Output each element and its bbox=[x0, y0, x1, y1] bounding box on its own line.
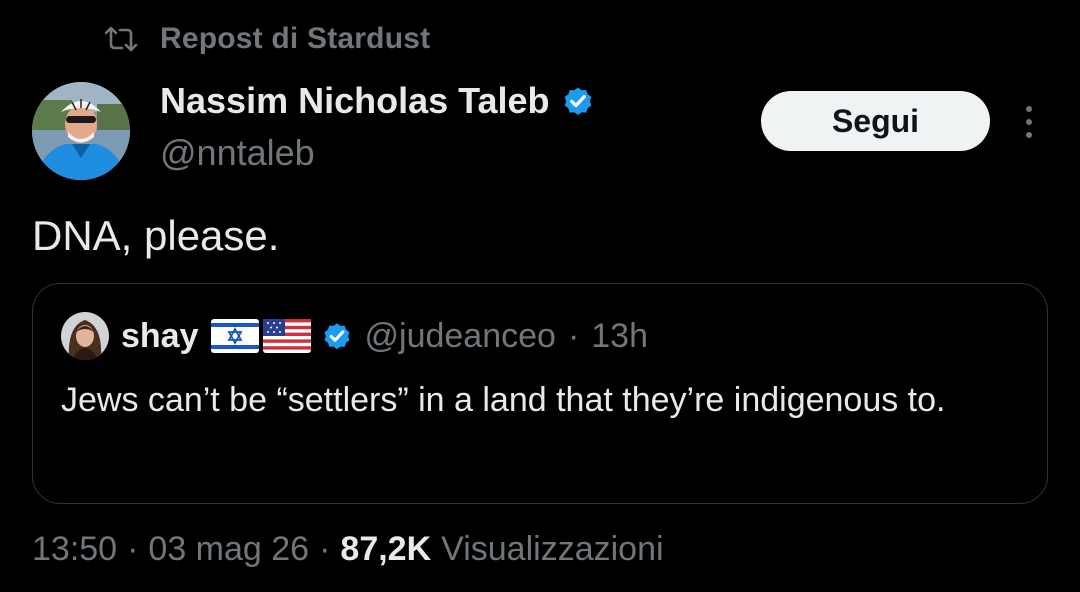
avatar[interactable] bbox=[32, 82, 130, 180]
quoted-time[interactable]: 13h bbox=[591, 317, 648, 356]
meta-separator: · bbox=[319, 530, 331, 568]
more-dot bbox=[1026, 119, 1032, 125]
more-options-button[interactable] bbox=[1014, 100, 1044, 144]
more-vertical-icon bbox=[1026, 106, 1032, 112]
quoted-tweet-card[interactable]: shay @judeanceo · 13h Jews can’t be “set… bbox=[32, 283, 1048, 504]
quoted-tweet-header: shay @judeanceo · 13h bbox=[61, 312, 648, 360]
quoted-handle[interactable]: @judeanceo bbox=[365, 317, 556, 356]
quoted-display-name[interactable]: shay bbox=[121, 317, 199, 356]
quoted-tweet-text: Jews can’t be “settlers” in a land that … bbox=[61, 381, 946, 419]
tweet-text: DNA, please. bbox=[32, 212, 280, 259]
repost-indicator[interactable]: Repost di Stardust bbox=[104, 22, 430, 56]
repost-label: Repost di Stardust bbox=[160, 22, 431, 55]
views-label[interactable]: Visualizzazioni bbox=[441, 530, 663, 569]
flag-usa-icon bbox=[262, 319, 311, 353]
repost-icon bbox=[104, 25, 138, 53]
author-display-name[interactable]: Nassim Nicholas Taleb bbox=[160, 80, 549, 122]
views-count[interactable]: 87,2K bbox=[340, 530, 431, 569]
tweet-time[interactable]: 13:50 bbox=[32, 530, 117, 569]
author-handle[interactable]: @nntaleb bbox=[160, 132, 595, 174]
quoted-separator: · bbox=[567, 316, 580, 355]
quoted-avatar bbox=[61, 312, 109, 360]
cyclist-avatar bbox=[32, 82, 130, 180]
flags bbox=[210, 319, 311, 353]
follow-button[interactable]: Segui bbox=[761, 91, 990, 151]
verified-badge-icon bbox=[561, 84, 595, 118]
meta-separator: · bbox=[127, 530, 139, 568]
tweet-meta: 13:50 · 03 mag 26 · 87,2K Visualizzazion… bbox=[32, 530, 664, 569]
quoted-verified-badge-icon bbox=[321, 320, 353, 352]
flag-israel-icon bbox=[210, 319, 259, 353]
author-info[interactable]: Nassim Nicholas Taleb @nntaleb bbox=[160, 80, 595, 174]
tweet-date[interactable]: 03 mag 26 bbox=[148, 530, 309, 569]
more-dot bbox=[1026, 132, 1032, 138]
